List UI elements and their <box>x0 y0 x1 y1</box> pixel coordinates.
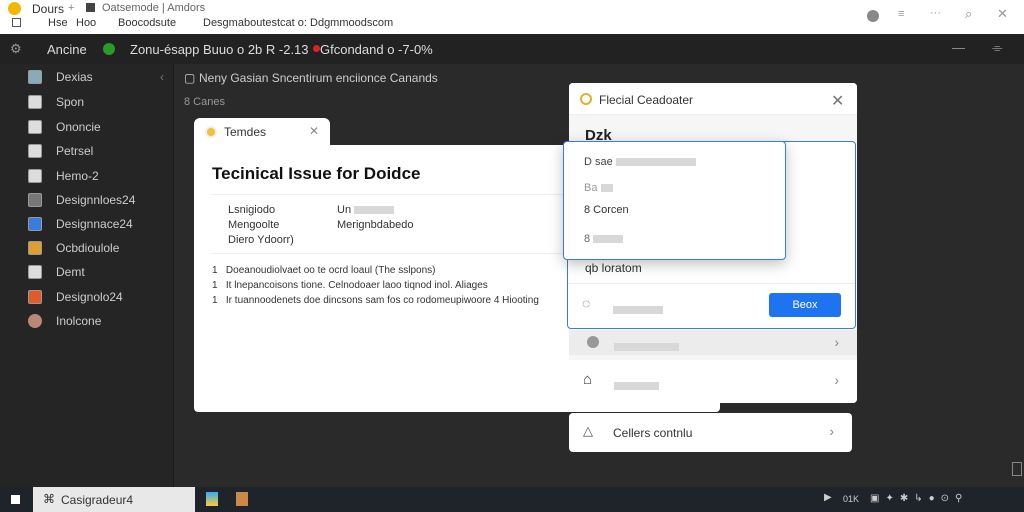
bookmark[interactable]: Hoo <box>76 17 96 29</box>
play-icon[interactable]: ▶ <box>824 492 832 503</box>
menu-item[interactable]: Ancine <box>47 42 87 57</box>
bookmark[interactable]: Hse <box>48 17 68 29</box>
field-labels: Lsnigiodo Mengoolte Diero Ydoorr) <box>228 204 294 246</box>
tray-text: 01K <box>843 494 860 504</box>
menu-bar: ⚙ Ancine Zonu-ésapp Buuo o 2b R -2.13 Gf… <box>0 34 1024 64</box>
app-icon: ⌘ <box>43 492 55 506</box>
row-label: qb loratom <box>585 261 642 275</box>
breadcrumb-sub: 8 Canes <box>184 96 225 108</box>
primary-button[interactable]: Beox <box>769 293 841 317</box>
dropdown-menu: D sae Ba 8 Corcen 8 <box>563 141 786 260</box>
app-icon <box>28 144 42 158</box>
checkbox-icon <box>12 18 21 27</box>
menu-item[interactable]: 8 Corcen <box>584 204 629 216</box>
emoji-icon <box>8 2 21 15</box>
start-icon[interactable] <box>11 495 20 504</box>
field-values: Un Merignbdabedo <box>337 204 414 231</box>
minimize-icon[interactable]: — <box>952 40 965 55</box>
list-icon <box>28 70 42 84</box>
filter-icon[interactable]: ≡ <box>898 8 904 20</box>
menu-item[interactable]: Ba <box>584 182 613 194</box>
sidebar-item[interactable]: Ononcie <box>28 117 101 137</box>
chat-icon: ◌ <box>582 295 591 311</box>
folder-icon[interactable] <box>236 492 248 506</box>
menu-item[interactable]: D sae <box>584 156 696 168</box>
chevron-right-icon: › <box>829 423 834 439</box>
close-icon[interactable]: ✕ <box>997 6 1008 22</box>
red-dot-icon <box>313 45 320 52</box>
coin-icon <box>580 93 592 105</box>
dialog-title: Tecinical Issue for Doidce <box>212 164 421 183</box>
taskbar: ⌘ Casigradeur4 ▶ 01K ▣✦✱↳●⊙⚲ <box>0 487 1024 512</box>
status-icon <box>103 43 115 55</box>
search-icon[interactable]: ⌕ <box>965 6 972 22</box>
taskbar-app[interactable]: ⌘ Casigradeur4 <box>33 487 195 512</box>
sidebar-item[interactable]: Petrsel <box>28 141 93 161</box>
menu-item[interactable]: Gfcondand o -7-0% <box>320 42 433 57</box>
sidebar-item[interactable]: Demt <box>28 262 85 282</box>
sidebar: Dexias ‹ Spon Ononcie Petrsel Hemo-2 Desi… <box>0 64 174 487</box>
card-row[interactable]: △ Cellers contnlu › <box>569 413 852 452</box>
sidebar-item[interactable]: Spon <box>28 92 84 112</box>
list-item: 1 Ir tuannoodenets doe dincsons sam fos … <box>212 295 539 306</box>
app-icon <box>28 241 42 255</box>
doc-icon: ▢ <box>184 71 196 85</box>
sidebar-item[interactable]: Inolcone <box>28 311 101 331</box>
collapse-icon[interactable]: ‹ <box>160 70 164 84</box>
chevron-right-icon: › <box>834 334 839 350</box>
app-icon <box>28 265 42 279</box>
sidebar-item[interactable]: Designnloes24 <box>28 190 135 210</box>
user-icon <box>28 314 42 328</box>
emoji-icon <box>205 126 217 138</box>
bell-icon: △ <box>583 423 593 438</box>
close-tab-icon[interactable]: ✕ <box>309 124 319 138</box>
app-icon <box>28 193 42 207</box>
bookmark[interactable]: Boocodsute <box>118 17 176 29</box>
settings-icon[interactable]: ⚙ <box>10 41 22 57</box>
dialog-tab[interactable]: Temdes ✕ <box>194 118 330 146</box>
list-item: 1 It lnepancoisons tione. Celnodoaer lao… <box>212 280 488 291</box>
app-icon <box>28 120 42 134</box>
bookmark[interactable]: Desgmaboutestcat o: Ddgmmoodscom <box>203 17 393 29</box>
sidebar-item[interactable]: Designnace24 <box>28 214 133 234</box>
list-row[interactable]: ⌂ › <box>569 360 857 403</box>
close-icon[interactable]: ✕ <box>831 91 844 111</box>
home-icon: ⌂ <box>583 371 593 388</box>
menu-icon[interactable]: ⌯ <box>992 40 1002 56</box>
list-row[interactable]: › <box>569 330 857 355</box>
chevron-right-icon: › <box>834 372 839 388</box>
panel-title: Flecial Ceadoater <box>599 93 694 107</box>
tab-title[interactable]: Dours <box>32 2 64 16</box>
home-icon <box>28 95 42 109</box>
pin-icon[interactable] <box>867 10 879 22</box>
corner-icon <box>1012 462 1022 476</box>
menu-item[interactable]: 8 <box>584 233 624 245</box>
app-icon <box>28 290 42 304</box>
explorer-icon[interactable] <box>206 492 218 506</box>
new-tab-button[interactable]: + <box>68 2 74 14</box>
breadcrumb: Neny Gasian Sncentirum enciionce Canands <box>199 71 438 85</box>
menu-item[interactable]: Zonu-ésapp <box>130 42 199 57</box>
more-icon[interactable]: ··· <box>930 7 941 19</box>
app-icon <box>28 169 42 183</box>
sidebar-item[interactable]: Designolo24 <box>28 287 123 307</box>
sidebar-item[interactable]: Hemo-2 <box>28 166 99 186</box>
browser-bar: Dours + Oatsemode | Amdors Hse Hoo Booco… <box>0 0 1024 34</box>
tab-2[interactable]: Oatsemode | Amdors <box>102 2 205 14</box>
page-icon <box>86 3 95 12</box>
menu-item[interactable]: Buuo o 2b R -2.13 <box>203 42 309 57</box>
sidebar-item[interactable]: Dexias ‹ <box>28 67 164 87</box>
list-item: 1 Doeanoudiolvaet oo te ocrd loaul (The … <box>212 265 436 276</box>
tray-icons[interactable]: ▣✦✱↳●⊙⚲ <box>870 493 968 504</box>
app-icon <box>28 217 42 231</box>
bullet-list: 1 Doeanoudiolvaet oo te ocrd loaul (The … <box>212 263 539 308</box>
sidebar-item[interactable]: Ocbdioulole <box>28 238 119 258</box>
